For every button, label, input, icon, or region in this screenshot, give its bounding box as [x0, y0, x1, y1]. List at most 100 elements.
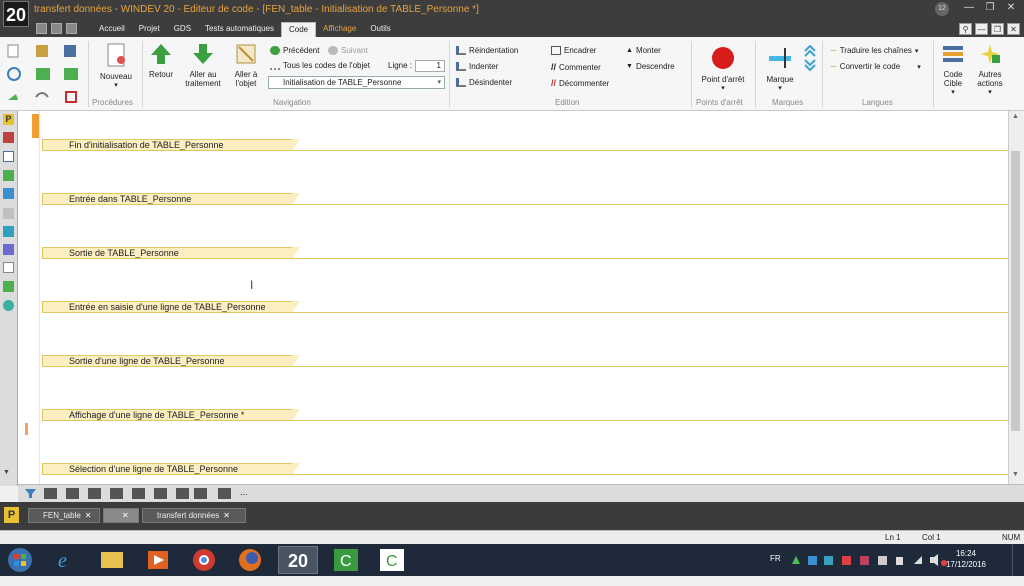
monter-button[interactable]: ▲ Monter: [626, 46, 661, 55]
tool-icon[interactable]: [66, 488, 79, 499]
close-icon[interactable]: ✕: [85, 511, 92, 520]
autres-actions-button[interactable]: Autres actions ▾: [972, 43, 1008, 97]
more-tools-button[interactable]: ...: [240, 487, 248, 497]
save-icon[interactable]: [51, 23, 62, 34]
reindentation-button[interactable]: Réindentation: [456, 46, 518, 55]
code-editor[interactable]: Fin d'initialisation de TABLE_Personne E…: [18, 111, 1008, 484]
scroll-down-icon[interactable]: ▼: [1012, 471, 1019, 478]
retour-button[interactable]: Retour: [145, 43, 177, 79]
start-button[interactable]: [2, 546, 42, 574]
tool-icon[interactable]: [44, 488, 57, 499]
code-section[interactable]: Affichage d'une ligne de TABLE_Personne …: [42, 409, 1008, 421]
doc-minimize-icon[interactable]: —: [975, 23, 988, 35]
tab-outils[interactable]: Outils: [363, 22, 397, 37]
close-icon[interactable]: ✕: [223, 511, 230, 520]
editor-icon[interactable]: [3, 151, 14, 162]
test-icon[interactable]: [3, 281, 14, 292]
windev-taskbar-icon[interactable]: 20: [278, 546, 318, 574]
tool-icon[interactable]: [176, 488, 189, 499]
process-select[interactable]: Initialisation de TABLE_Personne ▾: [268, 76, 445, 89]
close-icon[interactable]: ✕: [122, 511, 129, 520]
suivant-button[interactable]: Suivant: [328, 46, 368, 55]
code-section[interactable]: Entrée dans TABLE_Personne: [42, 193, 1008, 205]
code-section[interactable]: Sélection d'une ligne de TABLE_Personne: [42, 463, 1008, 475]
code-section[interactable]: Entrée en saisie d'une ligne de TABLE_Pe…: [42, 301, 1008, 313]
aller-objet-button[interactable]: Aller à l'objet: [230, 43, 262, 88]
firefox-icon[interactable]: [230, 546, 270, 574]
scroll-up-icon[interactable]: ▲: [1012, 113, 1019, 120]
commenter-button[interactable]: // Commenter: [551, 62, 601, 72]
doc-close-icon[interactable]: ✕: [1007, 23, 1020, 35]
encadrer-button[interactable]: Encadrer: [551, 46, 596, 55]
descendre-button[interactable]: ▼ Descendre: [626, 62, 675, 71]
show-desktop-button[interactable]: [1012, 544, 1024, 576]
tool-icon[interactable]: [110, 488, 123, 499]
explorer-icon[interactable]: [92, 546, 132, 574]
scrollbar-thumb[interactable]: [1011, 151, 1020, 431]
precedent-button[interactable]: Précédent: [270, 46, 319, 55]
doc-tab-code[interactable]: ✕: [103, 508, 139, 523]
tab-code[interactable]: Code: [280, 22, 317, 37]
new-file-icons[interactable]: [6, 42, 86, 104]
clock[interactable]: 16:24 17/12/2016: [946, 548, 986, 570]
grid-icon[interactable]: [36, 23, 47, 34]
project-icon[interactable]: P: [3, 114, 14, 125]
vertical-scrollbar[interactable]: ▲ ▼: [1008, 111, 1022, 484]
chrome-icon[interactable]: [184, 546, 224, 574]
tool-icon[interactable]: [154, 488, 167, 499]
tous-codes-button[interactable]: Tous les codes de l'objet: [270, 61, 370, 70]
doc-restore-icon[interactable]: ❐: [991, 23, 1004, 35]
camtasia-recorder-icon[interactable]: C: [372, 546, 412, 574]
search-icon[interactable]: ⚲: [959, 23, 972, 35]
ie-icon[interactable]: e: [46, 546, 86, 574]
code-section[interactable]: Fin d'initialisation de TABLE_Personne: [42, 139, 1008, 151]
restore-icon[interactable]: ❐: [981, 0, 999, 15]
document-icon[interactable]: [3, 262, 14, 273]
tab-tests-automatiques[interactable]: Tests automatiques: [198, 22, 281, 37]
report-icon[interactable]: [3, 188, 14, 199]
code-cible-button[interactable]: Code Cible ▾: [936, 43, 970, 97]
ligne-input[interactable]: 1: [415, 60, 445, 72]
bookmark-nav-icons[interactable]: [803, 45, 817, 75]
tab-projet[interactable]: Projet: [132, 22, 167, 37]
doc-tab-fen-table[interactable]: FEN_table ✕: [28, 508, 100, 523]
tab-affichage[interactable]: Affichage: [316, 22, 363, 37]
indenter-button[interactable]: Indenter: [456, 62, 498, 71]
aller-traitement-button[interactable]: Aller au traitement: [180, 43, 226, 88]
window-icon[interactable]: [3, 132, 14, 143]
query-icon[interactable]: [3, 170, 14, 181]
analysis-icon[interactable]: [3, 226, 14, 237]
convertir-button[interactable]: ∼ Convertir le code ▾: [830, 62, 921, 71]
nouveau-button[interactable]: Nouveau ▾: [96, 43, 136, 90]
doc-tab-transfert-donnees[interactable]: transfert données ✕: [142, 508, 246, 523]
notification-badge[interactable]: 12: [935, 2, 949, 16]
windev-logo[interactable]: 20: [3, 1, 29, 27]
layout-icon[interactable]: [66, 23, 77, 34]
camtasia-icon[interactable]: C: [326, 546, 366, 574]
traduire-button[interactable]: ∼ Traduire les chaînes ▾: [830, 46, 918, 55]
globe-icon[interactable]: [3, 300, 14, 311]
point-arret-button[interactable]: Point d'arrêt ▾: [696, 46, 750, 93]
tab-accueil[interactable]: Accueil: [92, 22, 132, 37]
decommenter-button[interactable]: // Décommenter: [551, 78, 609, 88]
media-player-icon[interactable]: [138, 546, 178, 574]
tool-icon[interactable]: [88, 488, 101, 499]
column-indicator: Col 1: [922, 533, 941, 542]
minimize-icon[interactable]: —: [960, 0, 978, 15]
project-logo[interactable]: P: [4, 507, 19, 523]
tool-icon[interactable]: [218, 488, 231, 499]
code-section[interactable]: Sortie d'une ligne de TABLE_Personne: [42, 355, 1008, 367]
system-tray-icons[interactable]: [790, 554, 950, 566]
desindenter-button[interactable]: Désindenter: [456, 78, 512, 87]
scroll-down-icon[interactable]: ▼: [3, 469, 14, 480]
tool-icon[interactable]: [132, 488, 145, 499]
language-indicator[interactable]: FR: [770, 554, 781, 586]
tool-icon[interactable]: [194, 488, 207, 499]
tab-gds[interactable]: GDS: [167, 22, 198, 37]
close-icon[interactable]: ✕: [1002, 0, 1020, 15]
component-icon[interactable]: [3, 244, 14, 255]
filter-icon[interactable]: [24, 488, 37, 499]
code-section[interactable]: Sortie de TABLE_Personne: [42, 247, 1008, 259]
marque-button[interactable]: Marque ▾: [762, 46, 798, 93]
class-icon[interactable]: [3, 208, 14, 219]
